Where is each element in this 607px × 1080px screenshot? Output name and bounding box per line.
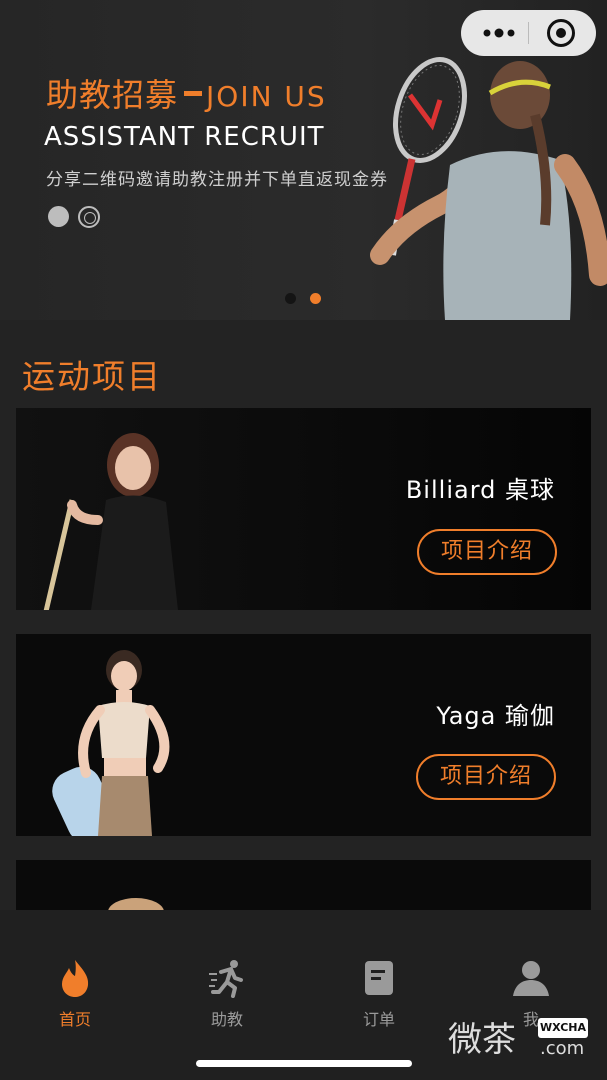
user-icon	[513, 961, 549, 996]
watermark-text: 微茶	[448, 1020, 516, 1060]
watermark-badge: WXCHA	[538, 1018, 588, 1038]
banner-description: 分享二维码邀请助教注册并下单直返现金券	[46, 170, 388, 190]
billiard-model-image	[43, 433, 178, 610]
tab-label: 订单	[362, 1010, 395, 1029]
banner-title: 助教招募 JOIN US	[46, 70, 327, 116]
project-intro-button[interactable]: 项目介绍	[417, 529, 557, 575]
banner-title-cn: 助教招募	[46, 76, 179, 114]
close-target-icon[interactable]	[547, 19, 575, 47]
tab-label: 首页	[58, 1010, 91, 1029]
watermark-domain: .com	[540, 1038, 585, 1059]
section-title: 运动项目	[22, 357, 162, 396]
runner-icon	[209, 960, 243, 998]
carousel-dot-2-active[interactable]	[310, 293, 321, 304]
banner-subtitle: ASSISTANT RECRUIT	[44, 122, 325, 152]
sport-name: Billiard 桌球	[405, 476, 555, 504]
sport-card-partial[interactable]	[16, 860, 591, 910]
document-icon	[365, 961, 393, 995]
banner-title-en: JOIN US	[206, 80, 327, 113]
more-icon[interactable]	[481, 24, 517, 42]
title-dash	[184, 90, 203, 96]
miniprogram-capsule	[461, 10, 596, 56]
decor-dot-icon	[48, 206, 69, 227]
tab-home[interactable]: 首页	[25, 958, 125, 1030]
tab-orders[interactable]: 订单	[329, 958, 429, 1030]
sport-name: Yaga 瑜伽	[436, 702, 555, 730]
carousel-dot-1[interactable]	[285, 293, 296, 304]
decor-ring-icon	[78, 206, 100, 228]
sport-card-yoga[interactable]: Yaga 瑜伽 项目介绍	[16, 634, 591, 836]
model-image	[108, 898, 164, 910]
yoga-model-image	[52, 650, 170, 836]
project-intro-button[interactable]: 项目介绍	[416, 754, 556, 800]
tab-assistant[interactable]: 助教	[177, 958, 277, 1030]
home-indicator[interactable]	[196, 1060, 412, 1067]
flame-icon	[62, 960, 89, 997]
capsule-divider	[528, 22, 529, 44]
sport-card-billiard[interactable]: Billiard 桌球 项目介绍	[16, 408, 591, 610]
tab-label: 助教	[210, 1010, 243, 1029]
tennis-player-image	[370, 57, 607, 320]
